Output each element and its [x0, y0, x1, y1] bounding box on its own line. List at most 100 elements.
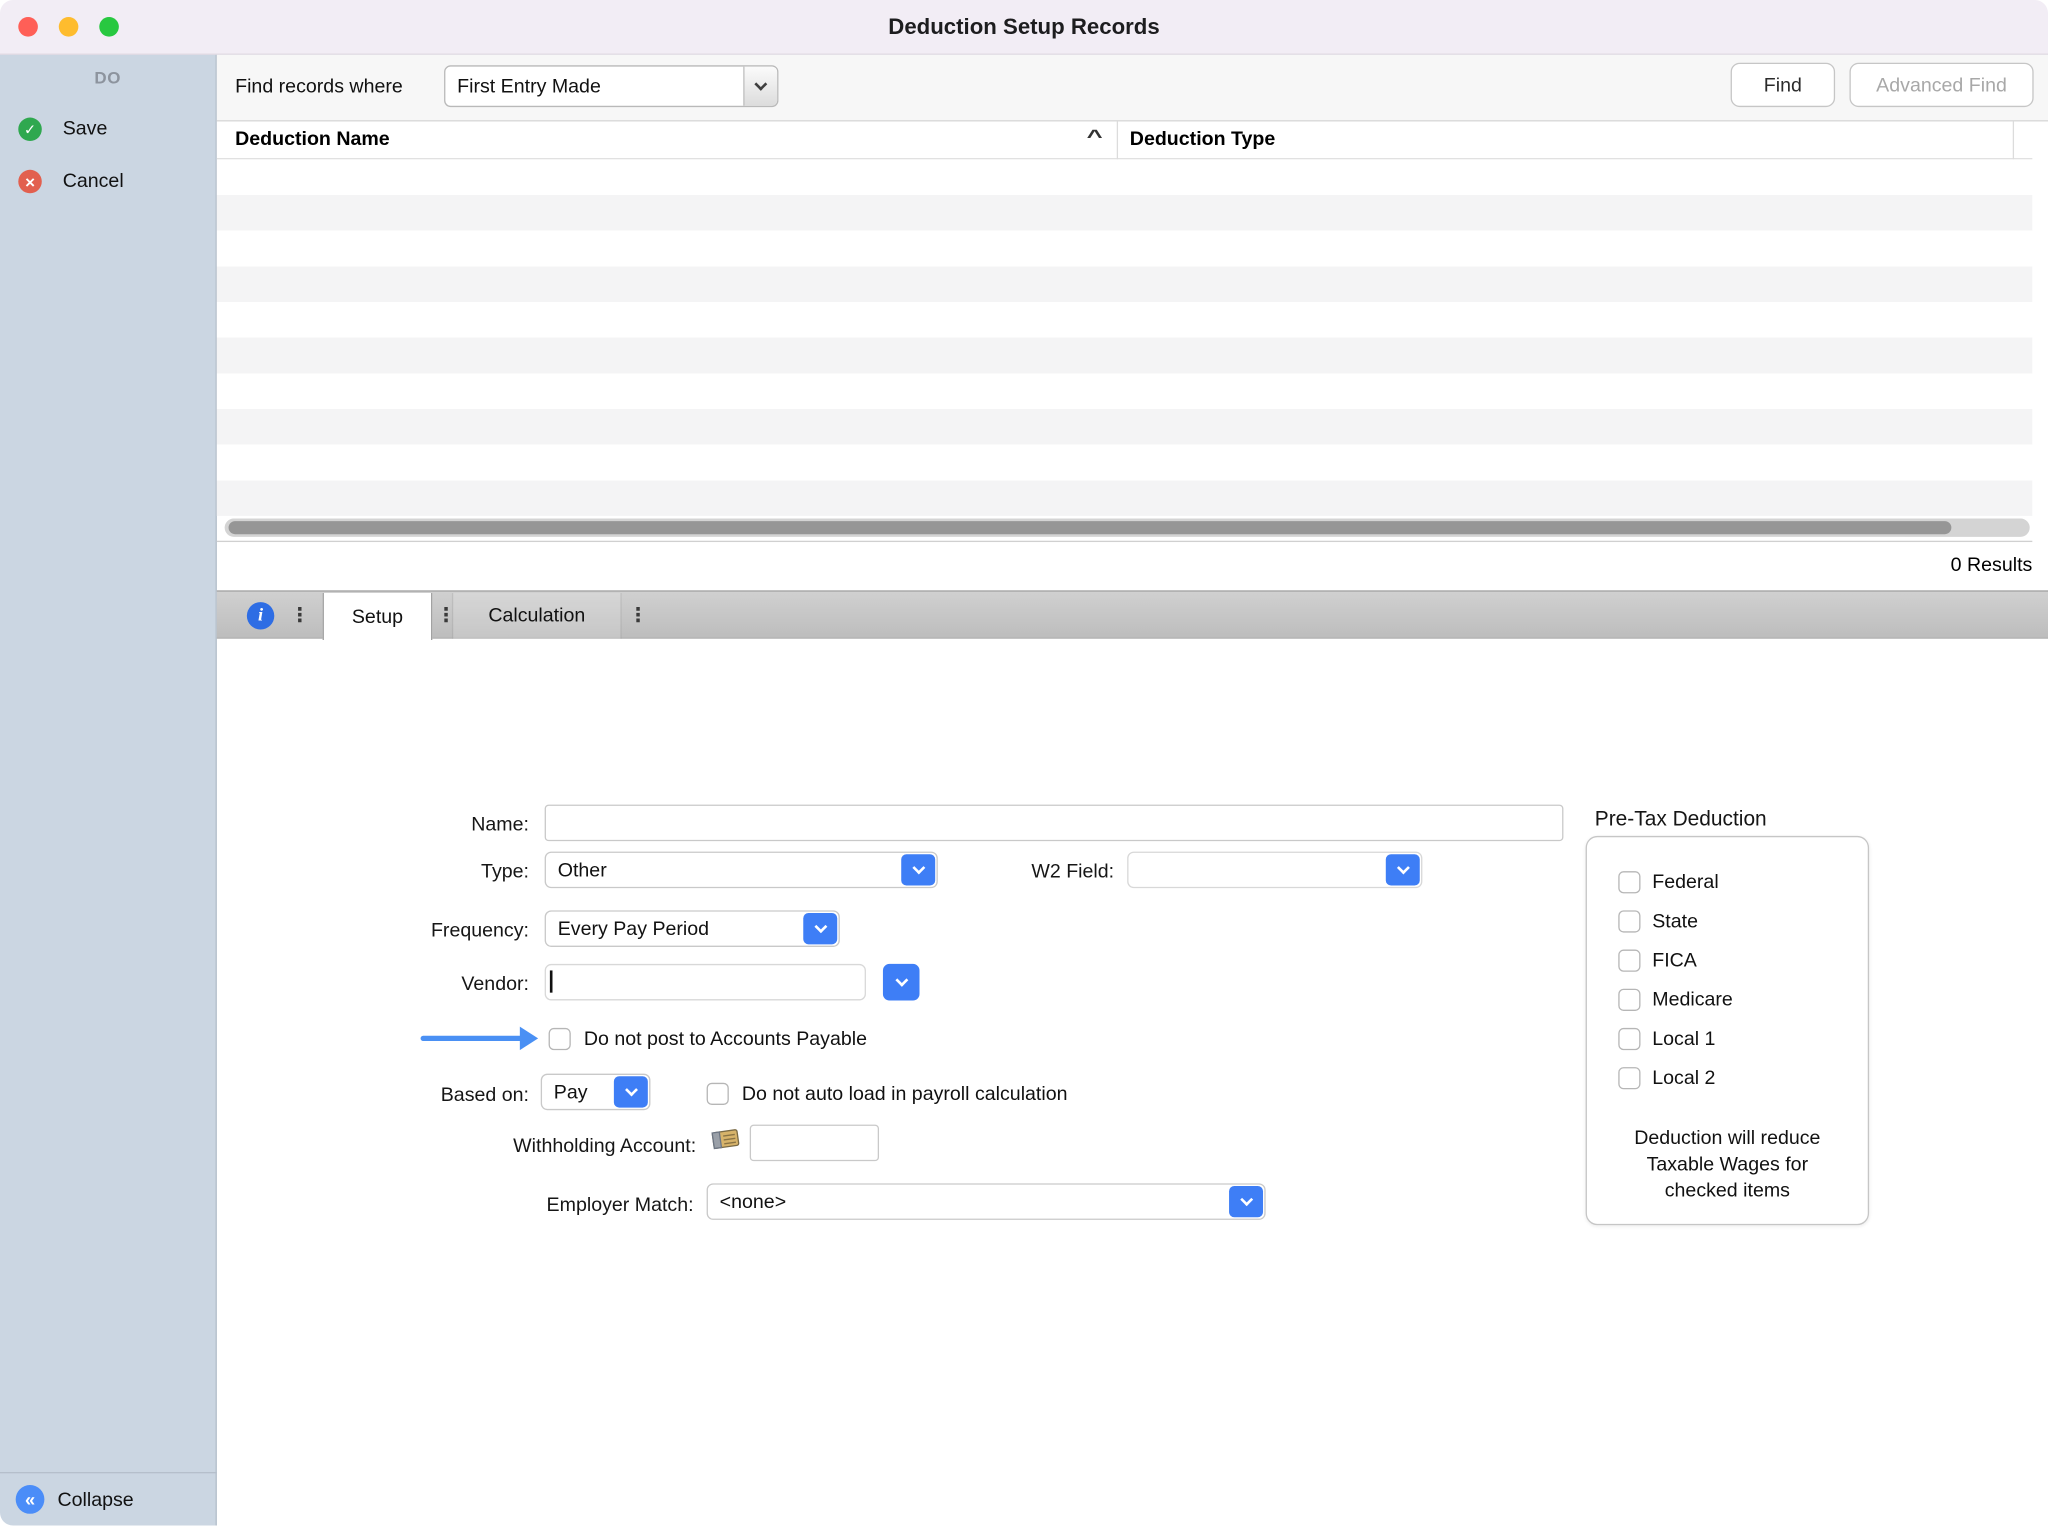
sidebar-header: DO: [0, 68, 216, 88]
based-on-dropdown-button[interactable]: [614, 1076, 648, 1107]
fica-checkbox[interactable]: [1618, 950, 1640, 972]
w2-field-label: W2 Field:: [993, 859, 1114, 885]
employer-match-selected-value: <none>: [720, 1191, 786, 1213]
type-dropdown[interactable]: Other: [545, 852, 938, 889]
chevron-down-icon: [754, 77, 767, 90]
local2-checkbox[interactable]: [1618, 1067, 1640, 1089]
collapse-label: Collapse: [57, 1488, 133, 1510]
withholding-account-label: Withholding Account:: [383, 1134, 696, 1160]
window-scale-wrapper: Deduction Setup Records DO Save Cancel C…: [0, 0, 2048, 1526]
sidebar: DO Save Cancel Collapse: [0, 55, 217, 1526]
column-header-deduction-type[interactable]: Deduction Type: [1130, 128, 1276, 150]
dots-separator-icon: [628, 603, 648, 627]
state-label: State: [1652, 910, 1698, 932]
sort-ascending-icon[interactable]: ^: [1087, 125, 1103, 146]
pretax-deduction-panel: Federal State FICA Medicare Local 1 Loca…: [1586, 836, 1869, 1225]
cancel-label: Cancel: [63, 170, 124, 194]
do-not-auto-load-checkbox[interactable]: [707, 1083, 729, 1105]
federal-label: Federal: [1652, 871, 1718, 893]
based-on-label: Based on:: [366, 1083, 529, 1109]
chevron-down-icon: [912, 861, 925, 874]
x-icon: [18, 170, 42, 194]
based-on-selected-value: Pay: [554, 1081, 588, 1103]
find-field-dropdown[interactable]: First Entry Made: [444, 65, 778, 107]
vendor-dropdown-button[interactable]: [883, 964, 920, 1001]
pretax-option-federal[interactable]: Federal: [1618, 871, 1867, 893]
results-table-empty-rows[interactable]: [217, 159, 2033, 516]
pretax-option-medicare[interactable]: Medicare: [1618, 989, 1867, 1011]
save-button[interactable]: Save: [18, 118, 107, 142]
local1-checkbox[interactable]: [1618, 1028, 1640, 1050]
frequency-selected-value: Every Pay Period: [558, 918, 709, 940]
fica-label: FICA: [1652, 950, 1697, 972]
find-records-where-label: Find records where: [235, 76, 403, 98]
name-input[interactable]: [545, 805, 1564, 842]
do-not-auto-load-label: Do not auto load in payroll calculation: [742, 1081, 1068, 1107]
results-table-header: Deduction Name ^ Deduction Type: [217, 121, 2033, 159]
dots-separator-icon: [290, 603, 310, 627]
w2-dropdown-button[interactable]: [1386, 854, 1420, 885]
state-checkbox[interactable]: [1618, 910, 1640, 932]
column-divider[interactable]: [1117, 121, 1118, 159]
w2-field-dropdown[interactable]: [1127, 852, 1422, 889]
horizontal-scrollbar-track[interactable]: [225, 519, 2030, 537]
employer-match-dropdown[interactable]: <none>: [707, 1183, 1266, 1220]
frequency-label: Frequency:: [366, 918, 529, 944]
window-title: Deduction Setup Records: [0, 0, 2048, 55]
info-icon[interactable]: [247, 602, 274, 629]
collapse-chevrons-icon: [16, 1485, 45, 1514]
medicare-label: Medicare: [1652, 989, 1733, 1011]
chevron-down-icon: [1240, 1193, 1253, 1206]
column-divider[interactable]: [2013, 121, 2014, 159]
annotation-arrow-head: [520, 1027, 538, 1051]
employer-match-label: Employer Match:: [380, 1192, 693, 1218]
type-dropdown-button[interactable]: [901, 854, 935, 885]
local1-label: Local 1: [1652, 1028, 1715, 1050]
account-lookup-icon[interactable]: [709, 1126, 744, 1153]
pretax-deduction-title: Pre-Tax Deduction: [1595, 808, 1767, 832]
vendor-input[interactable]: [545, 964, 866, 1001]
find-button[interactable]: Find: [1731, 63, 1835, 107]
horizontal-scrollbar-thumb[interactable]: [229, 521, 1952, 534]
medicare-checkbox[interactable]: [1618, 989, 1640, 1011]
tab-calculation[interactable]: Calculation: [452, 593, 622, 639]
check-icon: [18, 118, 42, 142]
federal-checkbox[interactable]: [1618, 871, 1640, 893]
pretax-option-local2[interactable]: Local 2: [1618, 1067, 1867, 1089]
find-bar: Find records where First Entry Made Find…: [217, 55, 2048, 122]
advanced-find-button[interactable]: Advanced Find: [1849, 63, 2033, 107]
type-label: Type:: [366, 859, 529, 885]
do-not-post-ap-checkbox[interactable]: [549, 1028, 571, 1050]
name-label: Name:: [366, 812, 529, 838]
frequency-dropdown-button[interactable]: [803, 913, 837, 944]
tab-setup[interactable]: Setup: [323, 593, 433, 640]
annotation-arrow: [421, 1036, 523, 1041]
collapse-button[interactable]: Collapse: [16, 1485, 134, 1514]
results-count: 0 Results: [1951, 554, 2033, 576]
frequency-dropdown[interactable]: Every Pay Period: [545, 910, 840, 947]
titlebar: Deduction Setup Records: [0, 0, 2048, 55]
based-on-dropdown[interactable]: Pay: [541, 1074, 651, 1111]
pretax-option-state[interactable]: State: [1618, 910, 1867, 932]
local2-label: Local 2: [1652, 1067, 1715, 1089]
column-header-deduction-name[interactable]: Deduction Name: [235, 128, 390, 150]
vendor-label: Vendor:: [366, 972, 529, 998]
employer-match-dropdown-button[interactable]: [1229, 1186, 1263, 1217]
text-cursor: [550, 970, 552, 992]
find-field-selected-value: First Entry Made: [457, 75, 601, 97]
chevron-down-icon: [895, 973, 908, 986]
cancel-button[interactable]: Cancel: [18, 170, 123, 194]
deduction-setup-window: Deduction Setup Records DO Save Cancel C…: [0, 0, 2048, 1526]
table-bottom-border: [217, 541, 2033, 542]
tab-bar: Setup Calculation: [217, 590, 2048, 638]
chevron-down-icon: [624, 1083, 637, 1096]
pretax-option-fica[interactable]: FICA: [1618, 950, 1867, 972]
pretax-option-local1[interactable]: Local 1: [1618, 1028, 1867, 1050]
pretax-note: Deduction will reduce Taxable Wages for …: [1587, 1126, 1868, 1204]
sidebar-divider: [0, 1472, 217, 1473]
withholding-account-input[interactable]: [750, 1125, 879, 1162]
chevron-down-icon: [814, 920, 827, 933]
chevron-down-icon: [1396, 861, 1409, 874]
dropdown-arrow-button[interactable]: [743, 67, 777, 106]
do-not-post-ap-label: Do not post to Accounts Payable: [584, 1027, 867, 1053]
